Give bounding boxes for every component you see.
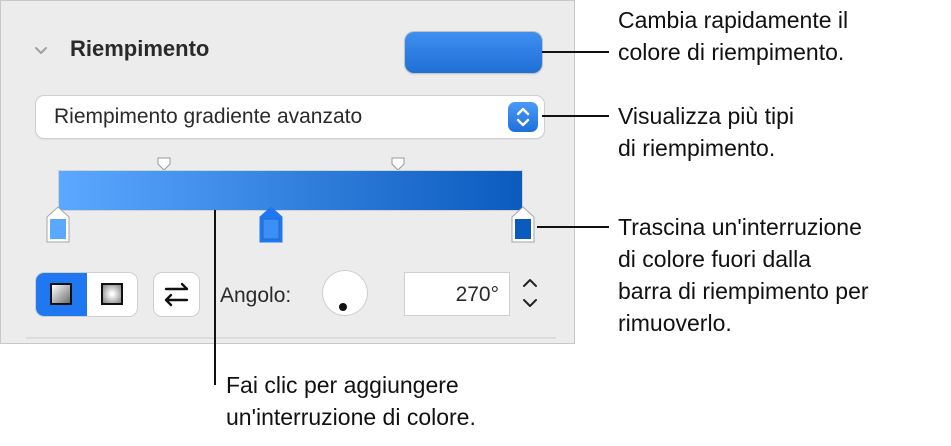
leader-line (214, 210, 216, 385)
callout-line: Cambia rapidamente il (618, 7, 849, 33)
radial-gradient-button[interactable] (87, 273, 137, 316)
linear-gradient-button[interactable] (36, 273, 87, 316)
swap-arrows-icon (164, 282, 189, 307)
gradient-style-segmented-control (36, 273, 137, 316)
callout-line: Visualizza più tipi (618, 103, 795, 129)
color-stop-handle[interactable] (46, 203, 70, 243)
angle-dial[interactable] (323, 271, 367, 315)
gradient-fill-bar[interactable] (58, 170, 523, 211)
fill-type-popup[interactable]: Riempimento gradiente avanzato (36, 96, 544, 138)
up-down-arrows-icon (508, 102, 538, 132)
callout-line: colore di riempimento. (618, 39, 845, 65)
panel-divider (26, 337, 556, 339)
chevron-down-icon[interactable] (33, 43, 49, 59)
angle-value: 270° (455, 283, 499, 306)
radial-gradient-icon (101, 283, 123, 305)
linear-gradient-icon (50, 283, 72, 305)
callout-line: Trascina un'interruzione (618, 214, 862, 240)
color-stop-handle[interactable] (511, 203, 535, 243)
angle-dial-indicator (339, 303, 347, 311)
callout-line: rimuoverlo. (618, 310, 732, 336)
reverse-gradient-button[interactable] (154, 273, 199, 316)
callout-line: barra di riempimento per (618, 278, 869, 304)
angle-input[interactable]: 270° (405, 273, 509, 315)
fill-type-label: Riempimento gradiente avanzato (54, 105, 363, 128)
callout-fill-color: Cambia rapidamente il colore di riempime… (618, 4, 848, 68)
angle-label: Angolo: (220, 284, 292, 307)
callout-add-stop: Fai clic per aggiungere un'interruzione … (226, 369, 476, 433)
callout-fill-types: Visualizza più tipi di riempimento. (618, 100, 794, 164)
leader-line (537, 226, 609, 228)
section-title: Riempimento (70, 36, 210, 61)
fill-inspector-panel: Riempimento Riempimento gradiente avanza… (0, 0, 575, 344)
leader-line (542, 115, 609, 117)
stepper-arrows-icon[interactable] (515, 269, 545, 317)
leader-line (542, 51, 609, 53)
color-stop-handle-selected[interactable] (259, 203, 283, 243)
callout-line: un'interruzione di colore. (226, 404, 476, 430)
callout-line: di riempimento. (618, 135, 776, 161)
callout-line: Fai clic per aggiungere (226, 372, 459, 398)
callout-line: di colore fuori dalla (618, 246, 812, 272)
fill-color-well[interactable] (405, 32, 542, 73)
callout-drag-stop: Trascina un'interruzione di colore fuori… (618, 211, 869, 339)
